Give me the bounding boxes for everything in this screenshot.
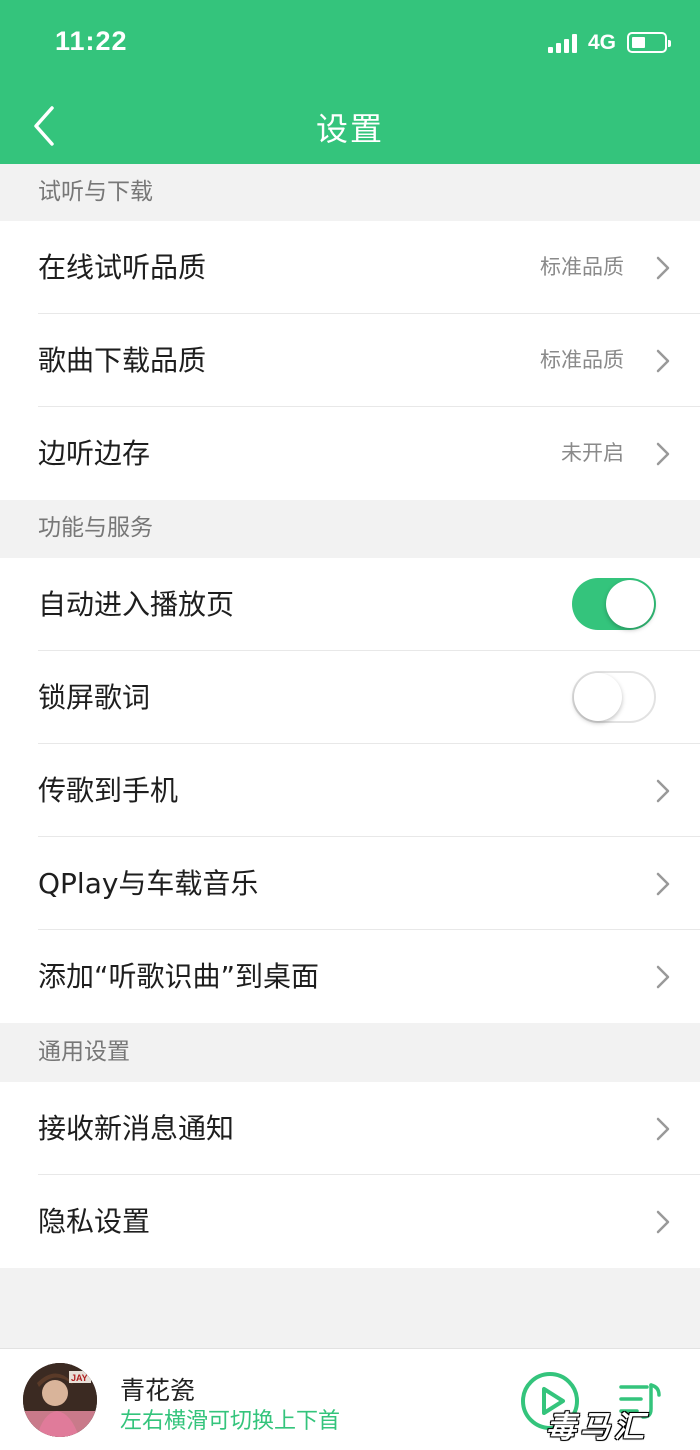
row-value: 未开启	[561, 441, 624, 465]
song-title: 青花瓷	[120, 1376, 196, 1405]
notifications-row[interactable]: 接收新消息通知	[0, 1082, 700, 1175]
nav-bar: 设置	[0, 88, 700, 164]
swipe-hint: 左右横滑可切换上下首	[120, 1409, 341, 1434]
row-label: 歌曲下载品质	[38, 344, 207, 377]
row-label: QPlay与车载音乐	[38, 867, 259, 900]
chevron-right-icon	[656, 256, 670, 280]
page-title: 设置	[315, 110, 384, 148]
section-header-listen-download: 试听与下载	[0, 164, 700, 221]
lockscreen-lyrics-toggle[interactable]	[572, 671, 656, 723]
row-value: 标准品质	[540, 255, 624, 279]
chevron-right-icon	[656, 442, 670, 466]
app-header: 11:22 4G 设置	[0, 0, 700, 164]
battery-icon	[627, 32, 671, 53]
album-cover[interactable]: JAY	[23, 1363, 97, 1437]
chevron-right-icon	[656, 1210, 670, 1234]
status-bar: 11:22 4G	[0, 0, 700, 88]
chevron-right-icon	[656, 349, 670, 373]
auto-player-page-row: 自动进入播放页	[0, 558, 700, 651]
auto-player-page-toggle[interactable]	[572, 578, 656, 630]
online-quality-row[interactable]: 在线试听品质 标准品质	[0, 221, 700, 314]
network-label: 4G	[588, 31, 617, 54]
row-label: 自动进入播放页	[38, 588, 235, 621]
chevron-right-icon	[656, 1117, 670, 1141]
status-time: 11:22	[55, 26, 128, 56]
signal-icon	[548, 33, 580, 53]
row-label: 在线试听品质	[38, 251, 207, 284]
row-label: 传歌到手机	[38, 774, 179, 807]
chevron-right-icon	[656, 965, 670, 989]
transfer-to-phone-row[interactable]: 传歌到手机	[0, 744, 700, 837]
chevron-right-icon	[656, 872, 670, 896]
svg-text:JAY: JAY	[71, 1373, 88, 1383]
download-quality-row[interactable]: 歌曲下载品质 标准品质	[0, 314, 700, 407]
chevron-right-icon	[656, 779, 670, 803]
lockscreen-lyrics-row: 锁屏歌词	[0, 651, 700, 744]
privacy-row[interactable]: 隐私设置	[0, 1175, 700, 1268]
cache-while-listening-row[interactable]: 边听边存 未开启	[0, 407, 700, 500]
section-header-features: 功能与服务	[0, 500, 700, 557]
row-value: 标准品质	[540, 348, 624, 372]
row-label: 添加“听歌识曲”到桌面	[38, 960, 320, 993]
row-label: 锁屏歌词	[38, 681, 151, 714]
add-song-recognition-row[interactable]: 添加“听歌识曲”到桌面	[0, 930, 700, 1023]
section-header-general: 通用设置	[0, 1024, 700, 1081]
row-label: 接收新消息通知	[38, 1112, 235, 1145]
row-label: 隐私设置	[38, 1205, 151, 1238]
row-label: 边听边存	[38, 437, 151, 470]
watermark: 毒马汇	[546, 1410, 648, 1445]
qplay-row[interactable]: QPlay与车载音乐	[0, 837, 700, 930]
